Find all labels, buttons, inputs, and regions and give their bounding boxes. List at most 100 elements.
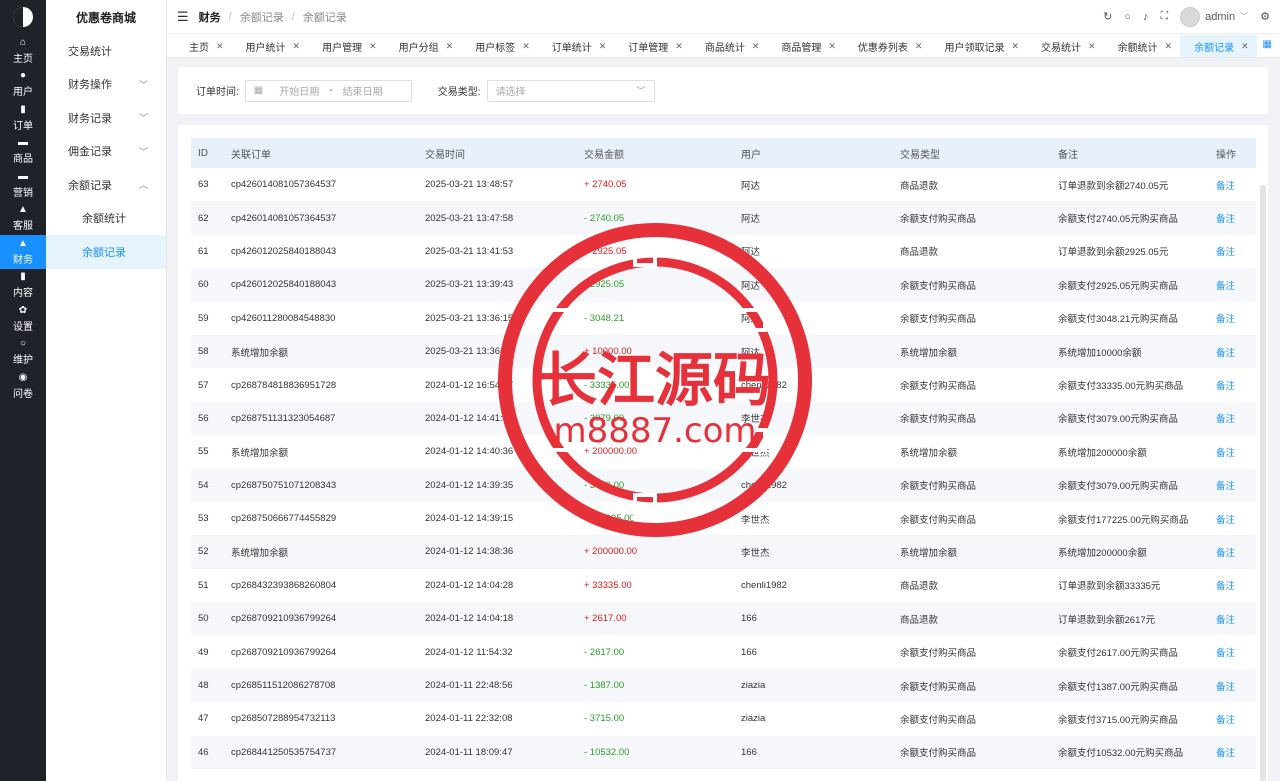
rail-item-9[interactable]: ○ 维护	[0, 336, 46, 370]
rail-item-3[interactable]: ▬ 商品	[0, 135, 46, 169]
rail-item-4[interactable]: ▬ 营销	[0, 168, 46, 202]
cell-id: 62	[198, 212, 209, 224]
date-range-picker[interactable]: ▦ 开始日期 - 结束日期	[244, 79, 412, 102]
note-link[interactable]: 备注	[1209, 268, 1256, 301]
cell-note: 余额支付2617.00元购买商品	[1058, 648, 1178, 660]
cell-amount: - 3048.21	[584, 312, 625, 324]
rail-item-0[interactable]: ⌂ 主页	[0, 34, 46, 68]
note-link[interactable]: 备注	[1209, 402, 1256, 435]
note-link[interactable]: 备注	[1209, 736, 1256, 769]
close-icon[interactable]: ✕	[915, 41, 923, 52]
cell-note: 系统增加10000余额	[1058, 347, 1142, 359]
submenu-item-6[interactable]: 余额记录	[46, 235, 166, 269]
search-icon[interactable]: ○	[1124, 11, 1131, 23]
note-link[interactable]: 备注	[1209, 469, 1256, 502]
note-link[interactable]: 备注	[1209, 335, 1256, 368]
note-link[interactable]: 备注	[1209, 502, 1256, 535]
tab-label: 用户标签	[475, 42, 516, 54]
note-link[interactable]: 备注	[1209, 368, 1256, 401]
tab-1[interactable]: 用户统计 ✕	[232, 35, 309, 57]
rail-item-label: 订单	[13, 120, 33, 132]
table-card: ID 关联订单 交易时间 交易金额 用户 交易类型 备注 操作 63 cp42601408105…	[178, 125, 1268, 781]
logo[interactable]	[0, 0, 46, 34]
breadcrumb-0[interactable]: 财务	[199, 9, 221, 25]
tab-3[interactable]: 用户分组 ✕	[385, 35, 462, 57]
rail-item-label: 商品	[13, 154, 33, 166]
tab-6[interactable]: 订单管理 ✕	[614, 35, 691, 57]
tab-11[interactable]: 交易统计 ✕	[1027, 35, 1104, 57]
close-icon[interactable]: ✕	[752, 41, 760, 52]
note-link[interactable]: 备注	[1209, 602, 1256, 635]
note-link[interactable]: 备注	[1209, 702, 1256, 735]
tab-label: 优惠券列表	[857, 42, 908, 54]
note-link[interactable]: 备注	[1209, 535, 1256, 568]
submenu-item-0[interactable]: 交易统计	[46, 34, 166, 68]
column-header-7: 操作	[1216, 149, 1236, 161]
rail-item-1[interactable]: ● 用户	[0, 68, 46, 102]
rail-icon: ◉	[18, 371, 28, 383]
close-icon[interactable]: ✕	[675, 41, 683, 52]
close-icon[interactable]: ✕	[293, 41, 301, 52]
breadcrumb-1[interactable]: 余额记录	[240, 9, 284, 25]
menu-toggle-icon[interactable]: ☰	[177, 9, 189, 25]
rail-item-10[interactable]: ◉ 问卷	[0, 369, 46, 403]
close-icon[interactable]: ✕	[599, 41, 607, 52]
cell-order: cp426014081057364537	[231, 212, 337, 224]
tab-10[interactable]: 用户领取记录 ✕	[930, 35, 1027, 57]
cell-note: 余额支付3715.00元购买商品	[1058, 714, 1178, 726]
refresh-icon[interactable]: ↻	[1103, 10, 1112, 23]
close-icon[interactable]: ✕	[1241, 41, 1249, 52]
rail-item-7[interactable]: ▮ 内容	[0, 269, 46, 303]
note-link[interactable]: 备注	[1209, 235, 1256, 268]
note-link[interactable]: 备注	[1209, 302, 1256, 335]
close-icon[interactable]: ✕	[1011, 41, 1019, 52]
close-icon[interactable]: ✕	[1165, 41, 1173, 52]
fullscreen-icon[interactable]: ⛶	[1160, 10, 1168, 23]
note-link[interactable]: 备注	[1209, 435, 1256, 468]
rail-item-6[interactable]: ▲ 财务	[0, 235, 46, 269]
tab-9[interactable]: 优惠券列表 ✕	[844, 35, 931, 57]
note-link[interactable]: 备注	[1209, 635, 1256, 668]
note-link[interactable]: 备注	[1209, 669, 1256, 702]
close-icon[interactable]: ✕	[446, 41, 454, 52]
rail-item-5[interactable]: ▲ 客服	[0, 202, 46, 236]
close-icon[interactable]: ✕	[216, 41, 224, 52]
breadcrumb-2: 余额记录	[302, 11, 347, 24]
bell-icon[interactable]: ♪	[1143, 11, 1149, 23]
rail-item-8[interactable]: ✿ 设置	[0, 302, 46, 336]
rail-item-2[interactable]: ▮ 订单	[0, 101, 46, 135]
tab-7[interactable]: 商品统计 ✕	[691, 35, 768, 57]
table-row: 60 cp426012025840188043 2025-03-21 13:39:4…	[191, 268, 1256, 302]
note-link[interactable]: 备注	[1209, 168, 1256, 201]
table-row: 62 cp426014081057364537 2025-03-21 13:47:5…	[191, 201, 1256, 235]
submenu-item-1[interactable]: 财务操作 ﹀	[46, 68, 166, 102]
tab-5[interactable]: 订单统计 ✕	[538, 35, 615, 57]
note-link[interactable]: 备注	[1209, 201, 1256, 234]
tab-0[interactable]: 主页 ✕	[175, 35, 232, 57]
tab-12[interactable]: 余额统计 ✕	[1104, 35, 1181, 57]
grid-icon[interactable]: ▦	[1263, 39, 1272, 50]
tab-13[interactable]: 余额记录 ✕	[1180, 35, 1257, 57]
submenu-item-2[interactable]: 财务记录 ﹀	[46, 101, 166, 135]
type-select[interactable]: 请选择 ﹀	[486, 79, 655, 102]
close-icon[interactable]: ✕	[369, 41, 377, 52]
submenu-item-4[interactable]: 余额记录 ︿	[46, 168, 166, 202]
close-icon[interactable]: ✕	[1088, 41, 1096, 52]
tab-2[interactable]: 用户管理 ✕	[308, 35, 385, 57]
tab-bar: 主页 ✕ 用户统计 ✕ 用户管理 ✕ 用户分组 ✕ 用户标签 ✕ 订单统计 ✕ 订单管理 ✕ 商品统计 ✕ 商品…	[167, 34, 1280, 58]
close-icon[interactable]: ✕	[828, 41, 836, 52]
cell-time: 2025-03-21 13:39:43	[425, 279, 514, 291]
tab-4[interactable]: 用户标签 ✕	[461, 35, 538, 57]
gear-icon[interactable]: ⚙	[1260, 10, 1270, 23]
note-link[interactable]: 备注	[1209, 569, 1256, 602]
table-row: 63 cp426014081057364537 2025-03-21 13:48:5…	[191, 168, 1256, 201]
close-icon[interactable]: ✕	[522, 41, 530, 52]
cell-type: 余额支付购买商品	[900, 381, 977, 393]
tab-8[interactable]: 商品管理 ✕	[767, 35, 844, 57]
cell-amount: - 3079.00	[584, 412, 625, 424]
submenu-item-5[interactable]: 余额统计	[46, 202, 166, 236]
cell-id: 54	[198, 479, 209, 491]
user-menu[interactable]: admin ﹀	[1180, 6, 1248, 27]
submenu-item-3[interactable]: 佣金记录 ﹀	[46, 135, 166, 169]
scrollbar[interactable]	[1260, 185, 1266, 781]
